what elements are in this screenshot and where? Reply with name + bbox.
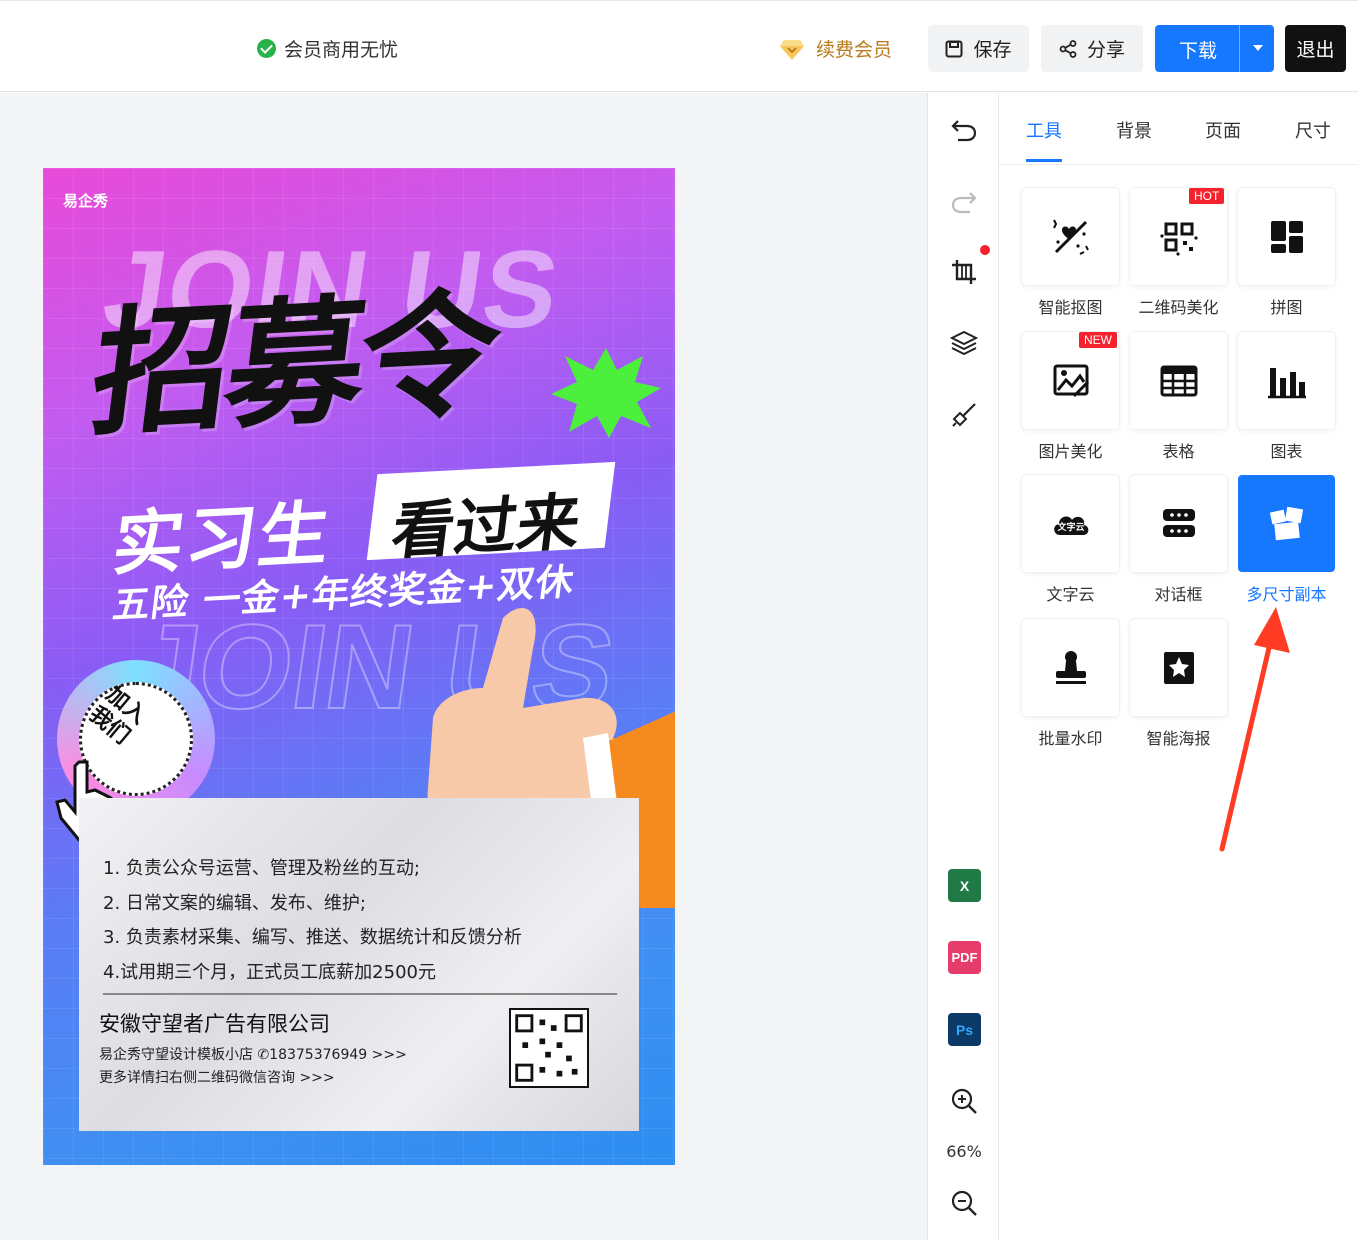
redo-icon[interactable] [950, 187, 978, 215]
tool-word-cloud[interactable]: 文字云 [1022, 475, 1119, 572]
tool-label: 图片美化 [1038, 442, 1103, 461]
clear-brush-icon[interactable] [950, 401, 978, 429]
tab-pages[interactable]: 页面 [1205, 117, 1241, 143]
tools-panel: 工具 背景 页面 尺寸 智能抠图 HOT 二维码美化 拼图 NEW 图片美化 表… [999, 93, 1358, 1240]
tab-background[interactable]: 背景 [1116, 117, 1152, 143]
panel-tabs: 工具 背景 页面 尺寸 [999, 93, 1358, 165]
save-icon [945, 40, 963, 57]
tool-label: 二维码美化 [1138, 298, 1219, 317]
tab-size[interactable]: 尺寸 [1295, 117, 1331, 143]
company-name: 安徽守望者广告有限公司 [99, 1012, 330, 1036]
pdf-label: PDF [951, 950, 978, 965]
come-look-label[interactable]: 看过来 [366, 461, 616, 568]
photoshop-import-icon[interactable]: Ps [948, 1013, 981, 1046]
card-divider [103, 993, 617, 995]
image-beautify-icon [1053, 364, 1090, 398]
batch-watermark-icon [1056, 651, 1086, 684]
word-cloud-icon: 文字云 [1054, 516, 1089, 535]
poster-logo: 易企秀 [63, 192, 109, 210]
duty-item: 3. 负责素材采集、编写、推送、数据统计和反馈分析 [103, 927, 522, 948]
duty-item: 1. 负责公众号运营、管理及粉丝的互动; [103, 858, 420, 879]
tool-label: 智能抠图 [1038, 298, 1103, 317]
tool-multi-size-copy[interactable] [1238, 475, 1335, 572]
zoom-level: 66% [946, 1142, 982, 1161]
renew-label: 续费会员 [816, 39, 893, 61]
share-icon [1059, 39, 1077, 58]
download-separator [1239, 25, 1240, 72]
tool-label: 对话框 [1154, 585, 1203, 604]
tool-smart-cutout[interactable] [1022, 188, 1119, 285]
duties-list: 1. 负责公众号运营、管理及粉丝的互动; 2. 日常文案的编辑、发布、维护; 3… [103, 852, 522, 990]
renew-membership-link[interactable]: 续费会员 [780, 35, 892, 62]
duty-item: 4.试用期三个月，正式员工底薪加2500元 [103, 961, 436, 983]
poster-headline[interactable]: 招募令 [84, 274, 503, 456]
zoom-in-icon[interactable] [950, 1087, 978, 1115]
save-button[interactable]: 保存 [928, 25, 1029, 72]
multi-size-copy-icon [1269, 506, 1304, 541]
check-circle-icon [257, 39, 276, 58]
duty-item: 2. 日常文案的编辑、发布、维护; [103, 892, 366, 914]
share-button[interactable]: 分享 [1041, 25, 1143, 72]
side-toolbar: X PDF Ps 66% [927, 93, 999, 1240]
tool-label: 拼图 [1270, 298, 1303, 317]
active-tab-indicator [1026, 159, 1062, 162]
download-label: 下载 [1179, 40, 1218, 62]
tool-label: 批量水印 [1038, 729, 1103, 748]
download-button[interactable]: 下载 [1155, 25, 1274, 72]
zoom-out-icon[interactable] [950, 1189, 978, 1217]
vip-note-text: 会员商用无忧 [284, 39, 399, 61]
green-burst-shape[interactable] [551, 348, 661, 438]
more-info-line: 更多详情扫右侧二维码微信咨询 >>> [99, 1070, 335, 1086]
excel-import-icon[interactable]: X [948, 869, 981, 902]
smart-poster-icon [1164, 652, 1194, 684]
tool-batch-watermark[interactable] [1022, 619, 1119, 716]
exit-label: 退出 [1296, 39, 1335, 61]
layers-icon[interactable] [950, 329, 978, 357]
hot-tag: HOT [1189, 188, 1225, 204]
tool-label: 表格 [1162, 442, 1195, 461]
shop-contact-line: 易企秀守望设计模板小店 ✆18375376949 >>> [99, 1047, 407, 1063]
tool-table[interactable] [1130, 332, 1227, 429]
poster-design[interactable]: 易企秀 JOIN US JOIN US 招募令 实习生 看过来 五险 一金+年终… [43, 168, 675, 1165]
save-label: 保存 [973, 39, 1012, 61]
tool-chart[interactable] [1238, 332, 1335, 429]
red-annotation-arrow [1219, 607, 1290, 852]
notification-dot [980, 245, 990, 255]
tab-tools[interactable]: 工具 [1026, 117, 1062, 143]
smart-cutout-icon [1053, 219, 1089, 255]
tool-label: 多尺寸副本 [1246, 585, 1327, 604]
excel-label: X [959, 877, 970, 894]
pdf-import-icon[interactable]: PDF [948, 941, 981, 974]
tool-label: 图表 [1270, 442, 1303, 461]
word-cloud-icon-text: 文字云 [1056, 521, 1084, 533]
crop-icon[interactable] [950, 258, 978, 286]
undo-icon[interactable] [950, 115, 978, 143]
top-bar: 会员商用无忧 续费会员 保存 分享 下载 退出 [0, 0, 1358, 92]
collage-icon [1271, 221, 1303, 253]
ps-label: Ps [955, 1021, 974, 1038]
vip-commercial-note: 会员商用无忧 [257, 35, 398, 62]
tool-dialog-box[interactable] [1130, 475, 1227, 572]
dialog-box-icon [1163, 509, 1195, 537]
qr-beautify-icon [1160, 222, 1198, 256]
share-label: 分享 [1086, 39, 1125, 61]
new-tag: NEW [1079, 332, 1117, 348]
diamond-icon [780, 39, 804, 60]
chevron-down-icon[interactable] [1253, 45, 1263, 51]
tool-label: 文字云 [1046, 585, 1095, 604]
qr-code-image [509, 1008, 589, 1088]
table-icon [1160, 365, 1198, 397]
job-info-card[interactable]: 1. 负责公众号运营、管理及粉丝的互动; 2. 日常文案的编辑、发布、维护; 3… [79, 798, 639, 1131]
chart-icon [1268, 368, 1306, 399]
exit-button[interactable]: 退出 [1285, 25, 1346, 72]
tool-collage[interactable] [1238, 188, 1335, 285]
